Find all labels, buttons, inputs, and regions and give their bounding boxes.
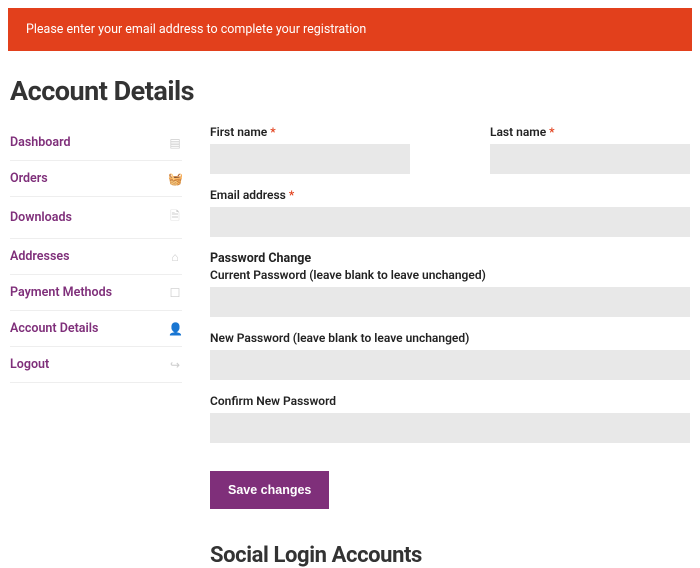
new-password-input[interactable] — [210, 350, 690, 380]
save-changes-button[interactable]: Save changes — [210, 471, 329, 509]
file-icon: 🗎 — [168, 207, 182, 228]
user-icon: 👤 — [168, 322, 182, 336]
nav-item-label: Dashboard — [10, 135, 71, 150]
home-icon: ⌂ — [168, 250, 182, 264]
last-name-input[interactable] — [490, 144, 690, 174]
nav-item-label: Orders — [10, 171, 48, 186]
account-form: First name * Last name * Email address *… — [182, 125, 690, 568]
first-name-label: First name * — [210, 125, 410, 139]
nav-logout[interactable]: Logout ↪ — [10, 347, 182, 383]
social-login-heading: Social Login Accounts — [210, 543, 690, 568]
nav-payment-methods[interactable]: Payment Methods ☐ — [10, 275, 182, 311]
nav-item-label: Logout — [10, 357, 49, 372]
email-label: Email address * — [210, 188, 690, 202]
nav-item-label: Payment Methods — [10, 285, 112, 300]
email-input[interactable] — [210, 207, 690, 237]
first-name-input[interactable] — [210, 144, 410, 174]
password-section-heading: Password Change — [210, 251, 690, 266]
last-name-label: Last name * — [490, 125, 690, 139]
logout-icon: ↪ — [168, 358, 182, 372]
confirm-password-label: Confirm New Password — [210, 394, 690, 408]
current-password-label: Current Password (leave blank to leave u… — [210, 268, 690, 282]
nav-item-label: Downloads — [10, 210, 72, 225]
nav-addresses[interactable]: Addresses ⌂ — [10, 239, 182, 275]
registration-alert: Please enter your email address to compl… — [8, 8, 692, 51]
nav-item-label: Account Details — [10, 321, 98, 336]
current-password-input[interactable] — [210, 287, 690, 317]
page-title: Account Details — [10, 75, 690, 107]
card-icon: ☐ — [168, 286, 182, 300]
new-password-label: New Password (leave blank to leave uncha… — [210, 331, 690, 345]
basket-icon: 🧺 — [168, 172, 182, 186]
nav-item-label: Addresses — [10, 249, 70, 264]
dashboard-icon: ▤ — [168, 136, 182, 150]
confirm-password-input[interactable] — [210, 413, 690, 443]
nav-downloads[interactable]: Downloads 🗎 — [10, 197, 182, 239]
nav-account-details[interactable]: Account Details 👤 — [10, 311, 182, 347]
nav-orders[interactable]: Orders 🧺 — [10, 161, 182, 197]
account-nav: Dashboard ▤ Orders 🧺 Downloads 🗎 Address… — [10, 125, 182, 568]
alert-text: Please enter your email address to compl… — [26, 22, 366, 37]
nav-dashboard[interactable]: Dashboard ▤ — [10, 125, 182, 161]
